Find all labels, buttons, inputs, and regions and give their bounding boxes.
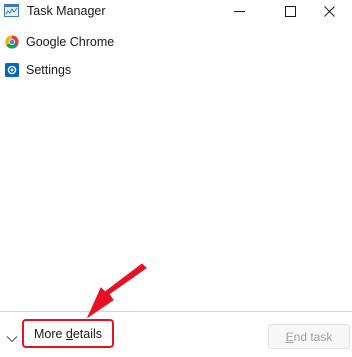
more-details-button[interactable]: More details <box>22 319 114 348</box>
task-manager-icon <box>4 4 19 17</box>
minimize-icon <box>234 4 245 22</box>
title-bar[interactable]: Task Manager <box>0 0 352 26</box>
footer-divider <box>0 311 352 312</box>
chrome-icon <box>5 35 19 49</box>
minimize-button[interactable] <box>217 0 262 26</box>
process-item-google-chrome[interactable]: Google Chrome <box>0 28 352 56</box>
chevron-down-icon[interactable] <box>6 330 18 343</box>
more-details-label: More details <box>33 326 103 341</box>
process-name: Google Chrome <box>26 35 115 49</box>
process-list: Google Chrome Settings <box>0 28 352 84</box>
end-task-button[interactable]: End task <box>268 324 350 349</box>
end-task-label: End task <box>285 329 333 344</box>
process-item-settings[interactable]: Settings <box>0 56 352 84</box>
window-title: Task Manager <box>27 4 106 18</box>
maximize-icon <box>285 4 296 22</box>
close-button[interactable] <box>307 0 352 26</box>
close-icon <box>324 4 335 22</box>
task-manager-window: Task Manager Google Chrome Settings More… <box>0 0 352 357</box>
settings-icon <box>5 63 19 77</box>
process-name: Settings <box>26 63 72 77</box>
